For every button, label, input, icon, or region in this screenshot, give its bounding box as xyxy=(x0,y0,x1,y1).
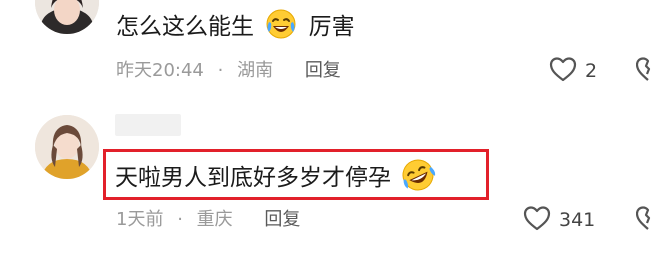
crying-laughing-emoji-icon xyxy=(265,8,297,40)
comment-location: 湖南 xyxy=(237,60,274,81)
comment-location: 重庆 xyxy=(196,209,233,230)
heart-icon xyxy=(523,205,551,236)
like-button[interactable]: 2 xyxy=(549,56,597,86)
comment-time: 1天前 xyxy=(116,209,164,230)
dislike-button[interactable] xyxy=(635,205,660,235)
username-blurred xyxy=(115,114,181,136)
comment-list: 怎么这么能生 厉害 昨天20:44 · 湖南 回复 2 天啦男人到底好多岁才停孕… xyxy=(0,0,660,255)
avatar[interactable] xyxy=(35,0,99,34)
comment-meta: 昨天20:44 · 湖南 回复 xyxy=(116,59,341,83)
rolling-laughing-emoji-icon xyxy=(400,157,436,193)
comment-meta: 1天前 · 重庆 回复 xyxy=(116,208,300,232)
like-count: 2 xyxy=(585,60,598,82)
broken-heart-icon xyxy=(635,206,660,235)
like-button[interactable]: 341 xyxy=(523,205,595,235)
reply-button[interactable]: 回复 xyxy=(264,209,300,230)
separator-dot: · xyxy=(177,209,183,230)
separator-dot: · xyxy=(217,60,224,81)
broken-heart-icon xyxy=(635,57,660,86)
dislike-button[interactable] xyxy=(635,56,660,86)
comment-text: 怎么这么能生 厉害 xyxy=(116,8,355,44)
comment-text-part: 厉害 xyxy=(308,14,355,40)
like-count: 341 xyxy=(559,209,596,231)
comment-text: 天啦男人到底好多岁才停孕 xyxy=(115,157,436,195)
comment-time: 昨天20:44 xyxy=(116,60,204,81)
comment-text-part: 怎么这么能生 xyxy=(116,14,254,40)
heart-icon xyxy=(549,56,577,87)
reply-button[interactable]: 回复 xyxy=(305,60,341,81)
comment-text-part: 天啦男人到底好多岁才停孕 xyxy=(115,165,391,191)
avatar[interactable] xyxy=(35,115,99,179)
